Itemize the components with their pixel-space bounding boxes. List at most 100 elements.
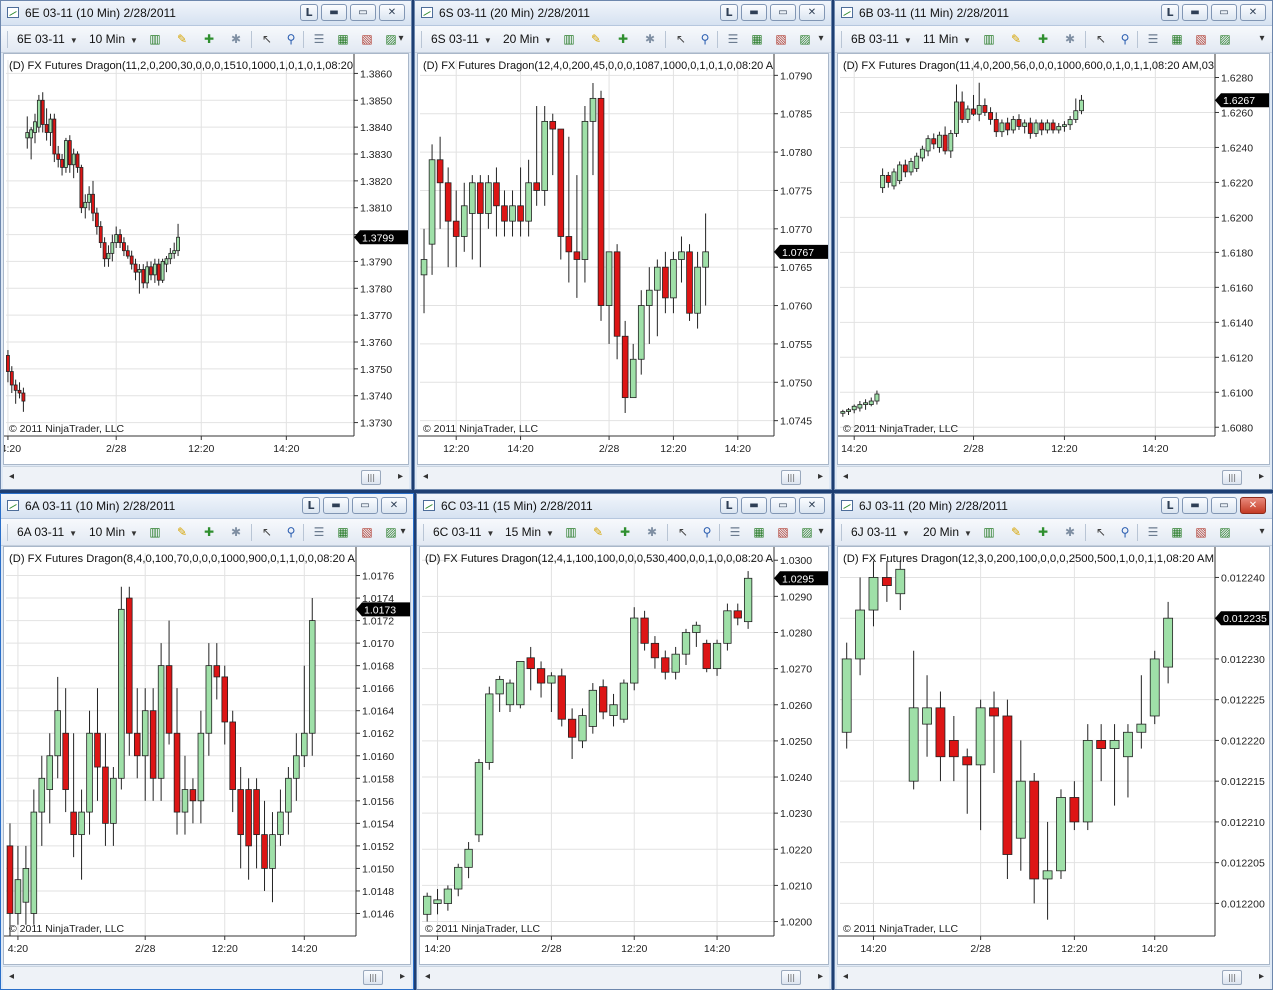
link-button[interactable]: L [720, 497, 738, 514]
horizontal-scrollbar[interactable]: ◂ ||| ▸ [419, 966, 829, 989]
drawing-pencil-icon[interactable]: ✎ [1008, 524, 1024, 540]
candlestick-chart[interactable]: 1.3730 1.3740 1.3750 1.3760 1.3770 1.3780 1.37… [4, 54, 409, 465]
toolbar-overflow-icon[interactable]: ▾ [395, 524, 411, 540]
window-titlebar[interactable]: 6J 03-11 (20 Min) 2/28/2011 L ▬ ▭ ✕ [835, 494, 1272, 519]
strategy-icon[interactable]: ✱ [228, 31, 244, 47]
close-button[interactable]: ✕ [799, 4, 825, 21]
chart-window-6a[interactable]: 6A 03-11 (10 Min) 2/28/2011 L ▬ ▭ ✕ 6A 03-11 ▼… [0, 493, 414, 990]
data-box-icon[interactable]: ▦ [335, 524, 351, 540]
price-chart[interactable]: 0.012200 0.012205 0.012210 0.012215 0.012220… [837, 546, 1270, 965]
chart-style-icon[interactable]: ▥ [561, 31, 577, 47]
scroll-right-icon[interactable]: ▸ [1259, 971, 1264, 982]
minimize-button[interactable]: ▬ [741, 497, 767, 514]
scroll-right-icon[interactable]: ▸ [398, 471, 403, 482]
candlestick-chart[interactable]: 1.0200 1.0210 1.0220 1.0230 1.0240 1.0250 1.02… [420, 547, 829, 965]
window-titlebar[interactable]: 6C 03-11 (15 Min) 2/28/2011 L ▬ ▭ ✕ [417, 494, 831, 519]
chart-style-icon[interactable]: ▥ [981, 524, 997, 540]
interval-selector[interactable]: 10 Min ▼ [89, 525, 138, 539]
window-titlebar[interactable]: 6S 03-11 (20 Min) 2/28/2011 L ▬ ▭ ✕ [415, 1, 831, 26]
maximize-button[interactable]: ▭ [1211, 497, 1237, 514]
price-chart[interactable]: 1.6080 1.6100 1.6120 1.6140 1.6160 1.6180 1.62… [837, 53, 1270, 465]
price-chart[interactable]: 1.0146 1.0148 1.0150 1.0152 1.0154 1.0156 1.01… [3, 546, 411, 965]
performance-icon[interactable]: ▨ [797, 31, 813, 47]
strategy-icon[interactable]: ✱ [1062, 31, 1078, 47]
chart-trader-icon[interactable]: ▧ [773, 31, 789, 47]
cursor-icon[interactable]: ↖ [673, 31, 689, 47]
close-button[interactable]: ✕ [1240, 497, 1266, 514]
zoom-icon[interactable]: ⚲ [699, 524, 715, 540]
add-indicator-icon[interactable]: ✚ [201, 31, 217, 47]
scrollbar-thumb[interactable]: ||| [363, 970, 383, 985]
chart-style-icon[interactable]: ▥ [147, 524, 163, 540]
cursor-icon[interactable]: ↖ [1093, 524, 1109, 540]
maximize-button[interactable]: ▭ [770, 497, 796, 514]
chart-style-icon[interactable]: ▥ [147, 31, 163, 47]
chart-trader-icon[interactable]: ▧ [1193, 31, 1209, 47]
close-button[interactable]: ✕ [381, 497, 407, 514]
price-chart[interactable]: 1.3730 1.3740 1.3750 1.3760 1.3770 1.3780 1.37… [3, 53, 409, 465]
chart-window-6j[interactable]: 6J 03-11 (20 Min) 2/28/2011 L ▬ ▭ ✕ 6J 03-11 ▼… [834, 493, 1273, 990]
scrollbar-thumb[interactable]: ||| [781, 970, 801, 985]
window-titlebar[interactable]: 6B 03-11 (11 Min) 2/28/2011 L ▬ ▭ ✕ [835, 1, 1272, 26]
horizontal-scrollbar[interactable]: ◂ ||| ▸ [417, 466, 829, 489]
add-indicator-icon[interactable]: ✚ [617, 524, 633, 540]
close-button[interactable]: ✕ [1240, 4, 1266, 21]
scrollbar-thumb[interactable]: ||| [1222, 470, 1242, 485]
chart-trader-icon[interactable]: ▧ [359, 524, 375, 540]
instrument-selector[interactable]: 6B 03-11 ▼ [851, 32, 912, 46]
minimize-button[interactable]: ▬ [323, 497, 349, 514]
zoom-icon[interactable]: ⚲ [1117, 31, 1133, 47]
close-button[interactable]: ✕ [799, 497, 825, 514]
scroll-right-icon[interactable]: ▸ [400, 971, 405, 982]
properties-icon[interactable]: ☰ [725, 31, 741, 47]
scroll-left-icon[interactable]: ◂ [425, 971, 430, 982]
zoom-icon[interactable]: ⚲ [283, 524, 299, 540]
horizontal-scrollbar[interactable]: ◂ ||| ▸ [837, 966, 1270, 989]
scrollbar-thumb[interactable]: ||| [1222, 970, 1242, 985]
performance-icon[interactable]: ▨ [1217, 31, 1233, 47]
candlestick-chart[interactable]: 1.0745 1.0750 1.0755 1.0760 1.0765 1.0770 1.07… [418, 54, 829, 465]
strategy-icon[interactable]: ✱ [1062, 524, 1078, 540]
instrument-selector[interactable]: 6A 03-11 ▼ [17, 525, 77, 539]
chart-trader-icon[interactable]: ▧ [1193, 524, 1209, 540]
maximize-button[interactable]: ▭ [1211, 4, 1237, 21]
scrollbar-thumb[interactable]: ||| [781, 470, 801, 485]
properties-icon[interactable]: ☰ [311, 31, 327, 47]
chart-window-6b[interactable]: 6B 03-11 (11 Min) 2/28/2011 L ▬ ▭ ✕ 6B 03-11 ▼… [834, 0, 1273, 490]
maximize-button[interactable]: ▭ [770, 4, 796, 21]
scroll-left-icon[interactable]: ◂ [9, 471, 14, 482]
properties-icon[interactable]: ☰ [727, 524, 743, 540]
drawing-pencil-icon[interactable]: ✎ [174, 31, 190, 47]
chart-window-6e[interactable]: 6E 03-11 (10 Min) 2/28/2011 L ▬ ▭ ✕ 6E 03-11 ▼… [0, 0, 412, 490]
candlestick-chart[interactable]: 1.6080 1.6100 1.6120 1.6140 1.6160 1.6180 1.62… [838, 54, 1270, 465]
maximize-button[interactable]: ▭ [350, 4, 376, 21]
drawing-pencil-icon[interactable]: ✎ [588, 31, 604, 47]
scroll-left-icon[interactable]: ◂ [423, 471, 428, 482]
close-button[interactable]: ✕ [379, 4, 405, 21]
add-indicator-icon[interactable]: ✚ [615, 31, 631, 47]
toolbar-overflow-icon[interactable]: ▾ [1254, 31, 1270, 47]
toolbar-overflow-icon[interactable]: ▾ [393, 31, 409, 47]
performance-icon[interactable]: ▨ [1217, 524, 1233, 540]
toolbar-overflow-icon[interactable]: ▾ [1254, 524, 1270, 540]
instrument-selector[interactable]: 6C 03-11 ▼ [433, 525, 494, 539]
window-titlebar[interactable]: 6E 03-11 (10 Min) 2/28/2011 L ▬ ▭ ✕ [1, 1, 411, 26]
zoom-icon[interactable]: ⚲ [697, 31, 713, 47]
drawing-pencil-icon[interactable]: ✎ [174, 524, 190, 540]
minimize-button[interactable]: ▬ [1182, 497, 1208, 514]
interval-selector[interactable]: 11 Min ▼ [923, 32, 971, 46]
cursor-icon[interactable]: ↖ [675, 524, 691, 540]
chart-window-6s[interactable]: 6S 03-11 (20 Min) 2/28/2011 L ▬ ▭ ✕ 6S 03-11 ▼… [414, 0, 832, 490]
data-box-icon[interactable]: ▦ [751, 524, 767, 540]
zoom-icon[interactable]: ⚲ [283, 31, 299, 47]
link-button[interactable]: L [300, 4, 318, 21]
horizontal-scrollbar[interactable]: ◂ ||| ▸ [3, 466, 409, 489]
zoom-icon[interactable]: ⚲ [1117, 524, 1133, 540]
chart-trader-icon[interactable]: ▧ [775, 524, 791, 540]
properties-icon[interactable]: ☰ [1145, 31, 1161, 47]
window-titlebar[interactable]: 6A 03-11 (10 Min) 2/28/2011 L ▬ ▭ ✕ [1, 494, 413, 519]
data-box-icon[interactable]: ▦ [1169, 31, 1185, 47]
data-box-icon[interactable]: ▦ [749, 31, 765, 47]
price-chart[interactable]: 1.0200 1.0210 1.0220 1.0230 1.0240 1.0250 1.02… [419, 546, 829, 965]
scrollbar-thumb[interactable]: ||| [361, 470, 381, 485]
